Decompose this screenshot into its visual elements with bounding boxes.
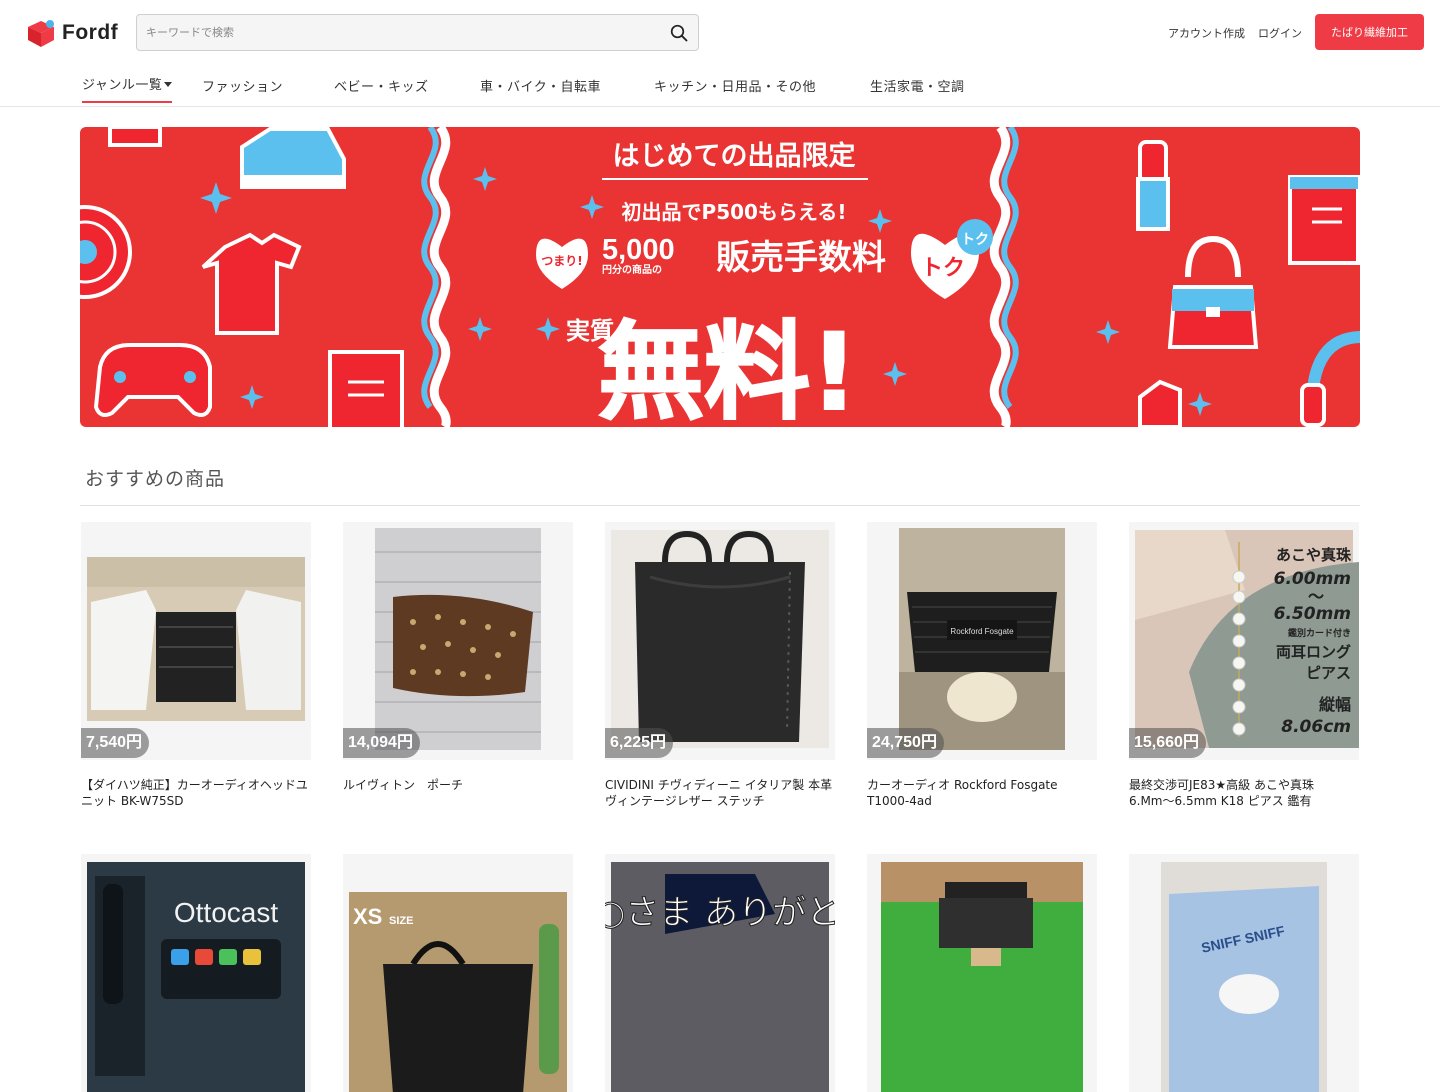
headphones-icon [1300,331,1360,427]
product-card[interactable]: あこや真珠 6.00mm 〜 6.50mm 鑑別カード付き 両耳ロング ピアス … [1129,522,1361,809]
banner-headline: はじめての出品限定 [613,140,856,172]
product-card[interactable]: Ottocast [81,854,313,1092]
xs-label: XS [353,904,382,929]
tsumari-label: つまり! [541,254,582,268]
product-card[interactable]: 7,540円 【ダイハツ純正】カーオーディオヘッドユニット BK-W75SD [81,522,313,809]
product-photo-ottocast: Ottocast [87,862,305,1092]
banner-artwork: はじめての出品限定 初出品でP500もらえる! つまり! 5,000 円分の商品… [80,127,1360,427]
product-price: 7,540円 [81,728,150,758]
pearl-line-4: 6.50mm [1274,604,1351,624]
banner-fee: 販売手数料 [716,238,886,278]
product-image: 14,094円 [343,522,573,760]
toku-label-small: トク [961,232,989,248]
product-card[interactable] [867,854,1099,1092]
product-image: ○○さま ありがとう [605,854,835,1092]
product-price: 14,094円 [343,728,420,758]
notebook-icon [328,350,404,427]
product-price: 15,660円 [1129,728,1206,758]
product-image [867,854,1097,1092]
cta-button[interactable]: たばり繊維加工 [1315,14,1424,50]
nav-vehicles[interactable]: 車・バイク・自転車 [480,76,601,95]
login-link[interactable]: ログイン [1258,25,1302,41]
lipstick-icon [1136,140,1170,231]
product-title[interactable]: 【ダイハツ純正】カーオーディオヘッドユニット BK-W75SD [81,777,313,809]
caret-down-icon [164,81,173,87]
product-card[interactable]: 6,225円 CIVIDINI チヴィディーニ イタリア製 本革ヴィンテージレザ… [605,522,837,809]
product-photo-black-bag: XS SIZE [349,892,567,1092]
product-title[interactable]: カーオーディオ Rockford Fosgate T1000-4ad [867,777,1099,809]
search-icon [670,24,688,42]
product-image: 6,225円 [605,522,835,760]
product-photo-head-unit [87,557,305,721]
pearl-line-8: 縦幅 [1319,695,1351,714]
product-image: XS SIZE [343,854,573,1092]
product-photo-pouch [375,528,541,750]
logo-icon [28,20,54,47]
tshirt-icon [201,232,302,335]
product-card[interactable]: ○○さま ありがとう [605,854,837,1092]
nav-baby-kids[interactable]: ベビー・キッズ [334,76,429,95]
product-card[interactable]: Rockford Fosgate 24,750円 カーオーディオ Rockfor… [867,522,1099,809]
banner-amount: 5,000 [602,234,675,266]
shoe-icon [240,127,346,189]
product-price: 6,225円 [605,728,674,758]
promo-banner[interactable]: はじめての出品限定 初出品でP500もらえる! つまり! 5,000 円分の商品… [80,127,1360,427]
ottocast-brand: Ottocast [174,897,278,928]
rockford-brand: Rockford Fosgate [950,627,1014,636]
product-photo-tote [611,530,829,748]
pearl-line-9: 8.06cm [1281,717,1351,737]
product-photo-navi [881,862,1083,1092]
product-card[interactable]: XS SIZE [343,854,575,1092]
logo-text: Fordf [62,21,119,44]
nav-kitchen[interactable]: キッチン・日用品・その他 [654,76,816,95]
pearl-line-5: 鑑別カード付き [1288,627,1351,639]
nav-genre-list[interactable]: ジャンル一覧 [82,74,173,103]
pearl-line-1: あこや真珠 [1276,546,1352,564]
product-image: Rockford Fosgate 24,750円 [867,522,1097,760]
signup-link[interactable]: アカウント作成 [1168,25,1245,41]
product-title[interactable]: 最終交渉可JE83★高級 あこや真珠 6.Mm〜6.5mm K18 ピアス 鑑有 [1129,777,1361,809]
book-icon [1288,175,1360,265]
xs-size-label: SIZE [389,915,413,927]
product-photo-amplifier: Rockford Fosgate [899,528,1065,750]
product-image: Ottocast [81,854,311,1092]
category-nav: ジャンル一覧 ファッション ベビー・キッズ 車・バイク・自転車 キッチン・日用品… [0,64,1440,107]
product-card[interactable]: 14,094円 ルイヴィトン ポーチ [343,522,575,809]
product-card[interactable]: SNIFF SNIFF [1129,854,1361,1092]
pearl-line-2: 6.00mm [1274,569,1351,589]
handwritten-note: ○○さま ありがとう [605,893,835,933]
banner-subline: 初出品でP500もらえる! [622,200,847,224]
product-price: 24,750円 [867,728,944,758]
section-divider [80,505,1360,506]
search-button[interactable] [666,20,692,46]
toy-horse-icon [1138,379,1182,427]
nav-appliances[interactable]: 生活家電・空調 [870,76,965,95]
handbag-icon [1167,235,1259,349]
product-photo-pouch-snoopy: SNIFF SNIFF [1161,862,1327,1092]
gamepad-icon [93,343,212,417]
product-image: 7,540円 [81,522,311,760]
search-input[interactable] [138,16,658,49]
nav-label: ジャンル一覧 [82,78,163,93]
pearl-line-6: 両耳ロング [1276,643,1351,661]
pearl-line-7: ピアス [1306,664,1351,682]
product-title[interactable]: CIVIDINI チヴィディーニ イタリア製 本革ヴィンテージレザー ステッチ [605,777,837,809]
product-image: あこや真珠 6.00mm 〜 6.50mm 鑑別カード付き 両耳ロング ピアス … [1129,522,1359,760]
logo[interactable]: Fordf [26,18,118,48]
banner-free: 無料! [598,311,858,427]
header: Fordf アカウント作成 ログイン たばり繊維加工 [0,0,1440,64]
section-title: おすすめの商品 [85,468,226,490]
cart-icon [108,127,162,147]
product-title[interactable]: ルイヴィトン ポーチ [343,777,575,809]
record-icon [80,205,132,299]
search-bar [136,14,699,51]
nav-fashion[interactable]: ファッション [202,76,283,95]
banner-amount-note: 円分の商品の [602,263,662,276]
toku-label: トク [921,256,965,281]
product-image: SNIFF SNIFF [1129,854,1359,1092]
product-photo-note: ○○さま ありがとう [605,862,835,1092]
product-photo-pearl: あこや真珠 6.00mm 〜 6.50mm 鑑別カード付き 両耳ロング ピアス … [1135,530,1359,748]
